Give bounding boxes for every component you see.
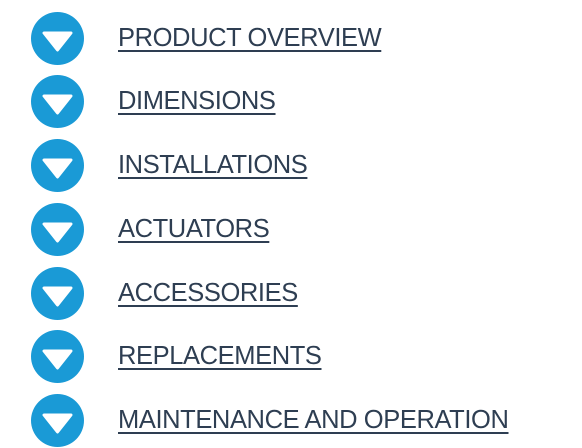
section-link-label[interactable]: ACCESSORIES	[118, 279, 298, 308]
chevron-down-icon[interactable]	[31, 329, 84, 383]
chevron-down-icon[interactable]	[31, 393, 84, 447]
section-link-actuators[interactable]: ACTUATORS	[0, 201, 582, 257]
section-link-label[interactable]: REPLACEMENTS	[118, 342, 322, 371]
chevron-down-icon[interactable]	[31, 138, 84, 192]
section-link-product-overview[interactable]: PRODUCT OVERVIEW	[0, 10, 582, 66]
chevron-down-icon[interactable]	[31, 74, 84, 128]
section-link-label[interactable]: INSTALLATIONS	[118, 151, 308, 180]
chevron-down-icon[interactable]	[31, 11, 84, 65]
section-link-label[interactable]: ACTUATORS	[118, 215, 270, 244]
section-link-label[interactable]: DIMENSIONS	[118, 87, 276, 116]
section-link-dimensions[interactable]: DIMENSIONS	[0, 73, 582, 129]
chevron-down-icon[interactable]	[31, 266, 84, 320]
section-link-replacements[interactable]: REPLACEMENTS	[0, 328, 582, 384]
chevron-down-icon[interactable]	[31, 202, 84, 256]
section-link-list: PRODUCT OVERVIEW DIMENSIONS INSTALLATION…	[0, 0, 582, 447]
section-link-accessories[interactable]: ACCESSORIES	[0, 265, 582, 321]
section-link-label[interactable]: PRODUCT OVERVIEW	[118, 24, 382, 53]
section-link-installations[interactable]: INSTALLATIONS	[0, 137, 582, 193]
section-link-label[interactable]: MAINTENANCE AND OPERATION	[118, 406, 509, 435]
